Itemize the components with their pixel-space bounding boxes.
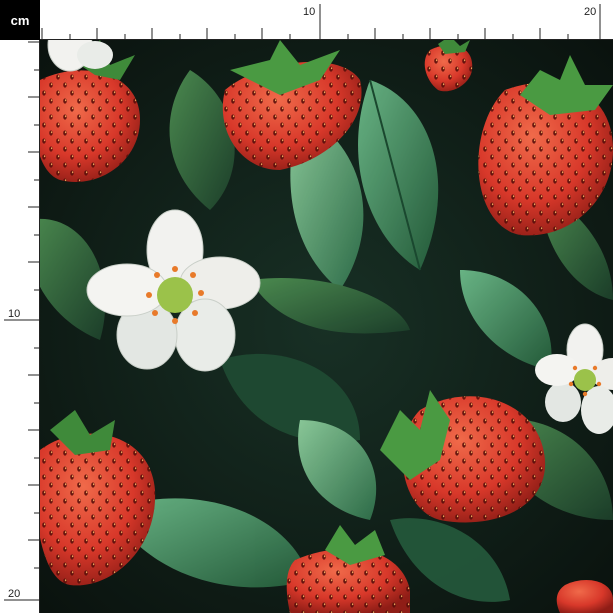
left-ruler: 10 20 bbox=[0, 40, 40, 613]
strawberry-bottom-right bbox=[556, 580, 613, 613]
left-ruler-ticks bbox=[4, 41, 40, 601]
flower-partial-top bbox=[47, 40, 113, 72]
top-ruler-ticks bbox=[41, 4, 601, 40]
fabric-preview bbox=[40, 40, 613, 613]
ruler-label-top-20: 20 bbox=[584, 6, 597, 18]
unit-label: cm bbox=[0, 0, 40, 40]
ruler-label-left-20: 20 bbox=[8, 588, 21, 600]
strawberry-pattern bbox=[40, 40, 613, 613]
ruler-label-top-10: 10 bbox=[303, 6, 316, 18]
ruler-label-left-10: 10 bbox=[8, 308, 21, 320]
top-ruler: 10 20 bbox=[40, 0, 613, 40]
